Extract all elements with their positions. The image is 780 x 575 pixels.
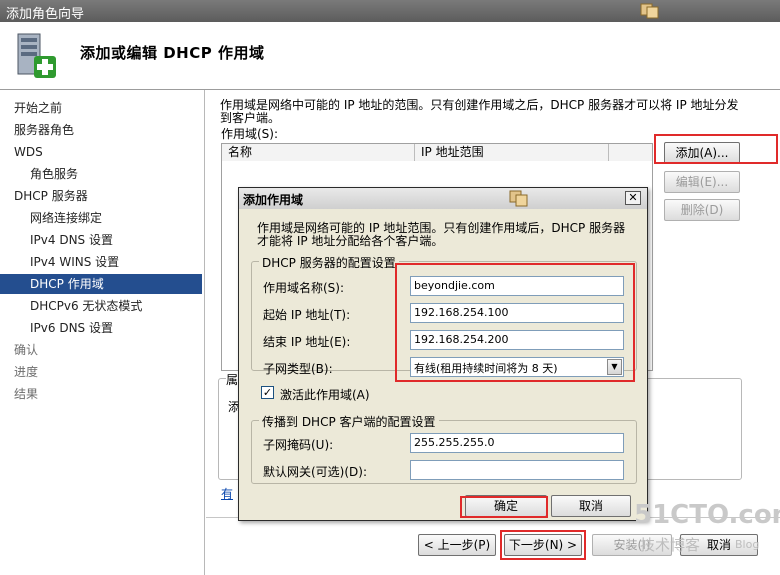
delete-scope-button[interactable]: 删除(D) <box>664 199 740 221</box>
dialog-title-icon <box>509 190 529 208</box>
nav-item[interactable]: 服务器角色 <box>0 120 202 140</box>
page-title: 添加或编辑 DHCP 作用域 <box>80 44 265 62</box>
end-ip-label: 结束 IP 地址(E): <box>263 335 351 349</box>
nav-item[interactable]: 角色服务 <box>0 164 202 184</box>
properties-group-label: 属 <box>226 371 239 388</box>
highlight-ok-button <box>460 496 548 518</box>
start-ip-label: 起始 IP 地址(T): <box>263 308 351 322</box>
nav-item[interactable]: IPv6 DNS 设置 <box>0 318 202 338</box>
nav-item[interactable]: 结果 <box>0 384 202 404</box>
dialog-title: 添加作用域 <box>243 193 304 207</box>
window-title: 添加角色向导 <box>6 7 85 22</box>
dialog-cancel-button[interactable]: 取消 <box>551 495 631 517</box>
subnet-mask-label: 子网掩码(U): <box>263 438 334 452</box>
previous-button[interactable]: < 上一步(P) <box>418 534 496 556</box>
wizard-navigation: 开始之前 服务器角色 WDS 角色服务 DHCP 服务器 网络连接绑定 IPv4 DNS 设… <box>0 90 205 575</box>
wizard-header: 添加或编辑 DHCP 作用域 <box>0 22 780 90</box>
nav-item[interactable]: IPv4 WINS 设置 <box>0 252 202 272</box>
add-scope-dialog: 添加作用域 ✕ 作用域是网络可能的 IP 地址范围。只有创建作用域后，DHCP … <box>238 187 648 521</box>
client-config-group-label: 传播到 DHCP 客户端的配置设置 <box>259 413 439 430</box>
nav-item[interactable]: WDS <box>0 142 202 162</box>
scope-list-label: 作用域(S): <box>221 127 279 141</box>
nav-item[interactable]: DHCP 作用域 <box>0 274 202 294</box>
scope-name-label: 作用域名称(S): <box>263 281 345 295</box>
nav-item[interactable]: 确认 <box>0 340 202 360</box>
default-gateway-label: 默认网关(可选)(D): <box>263 465 368 479</box>
close-icon[interactable]: ✕ <box>625 191 641 205</box>
column-empty <box>609 144 652 161</box>
subnet-mask-input[interactable]: 255.255.255.0 <box>410 433 624 453</box>
subnet-type-label: 子网类型(B): <box>263 362 333 376</box>
column-ip-range[interactable]: IP 地址范围 <box>415 144 609 161</box>
nav-item[interactable]: 开始之前 <box>0 98 202 118</box>
nav-item[interactable]: DHCPv6 无状态模式 <box>0 296 202 316</box>
scope-description: 作用域是网络中可能的 IP 地址的范围。只有创建作用域之后，DHCP 服务器才可… <box>220 98 739 125</box>
watermark-blog: Blog <box>735 538 760 551</box>
dialog-title-bar: 添加作用域 <box>239 188 647 209</box>
default-gateway-input[interactable] <box>410 460 624 480</box>
highlight-add-button <box>654 134 778 164</box>
server-config-group-label: DHCP 服务器的配置设置 <box>259 254 399 271</box>
nav-item[interactable]: IPv4 DNS 设置 <box>0 230 202 250</box>
nav-item[interactable]: 进度 <box>0 362 202 382</box>
highlight-next-button <box>500 530 586 560</box>
activate-scope-checkbox[interactable]: ✓ <box>261 386 274 399</box>
watermark-logo: 51CTO.com <box>634 500 780 530</box>
highlight-config-fields <box>395 263 635 382</box>
scope-help-link[interactable]: 有 <box>221 485 233 502</box>
watermark-subtitle: 技术博客 <box>640 536 701 554</box>
edit-scope-button[interactable]: 编辑(E)... <box>664 171 740 193</box>
scope-list-header: 名称 IP 地址范围 <box>221 143 653 162</box>
dialog-description: 作用域是网络可能的 IP 地址范围。只有创建作用域后，DHCP 服务器才能将 I… <box>257 221 626 248</box>
window-title-bar: 添加角色向导 <box>0 0 780 22</box>
nav-item[interactable]: DHCP 服务器 <box>0 186 202 206</box>
window-icon <box>640 3 660 19</box>
activate-scope-label[interactable]: 激活此作用域(A) <box>280 386 370 403</box>
column-name[interactable]: 名称 <box>222 144 415 161</box>
nav-item[interactable]: 网络连接绑定 <box>0 208 202 228</box>
server-role-icon <box>12 30 62 82</box>
